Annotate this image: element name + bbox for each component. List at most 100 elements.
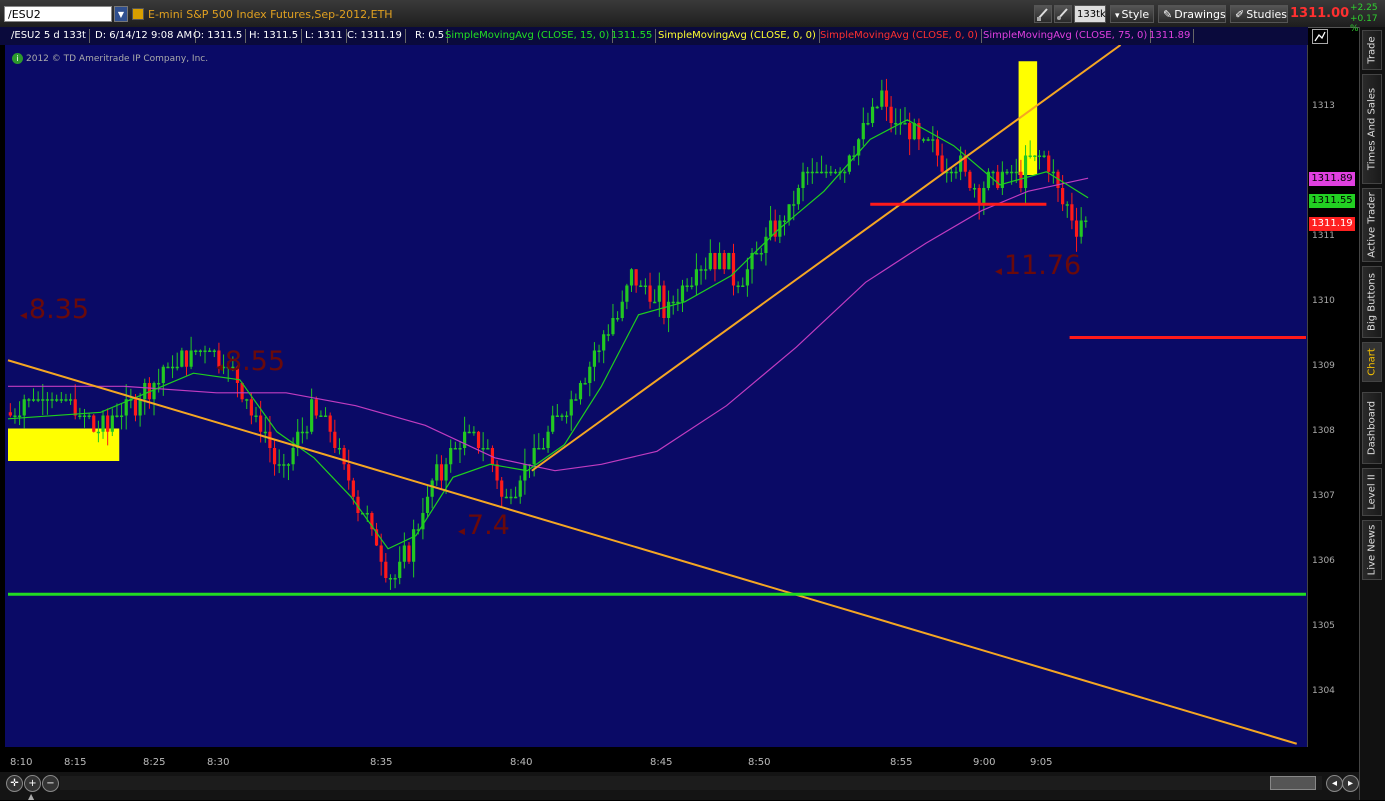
candle-body [138,399,142,416]
candle-body [435,464,439,481]
pan-icon[interactable]: ✛ [6,775,23,792]
info-icon[interactable]: i [12,53,23,64]
candle-body [829,171,833,174]
candle-body [133,399,138,416]
tab-big-buttons[interactable]: Big Buttons [1362,266,1382,338]
candle-body [908,123,912,140]
triangle-icon: ◀ [995,267,1002,277]
candle-body [643,285,648,287]
candle-body [782,220,787,222]
candle-body [685,285,689,287]
annotation-label: ◀8.55 [216,346,286,377]
candle-body [565,415,569,417]
candle-body [472,431,476,434]
candle-body [759,253,763,255]
candle-body [514,496,518,499]
candle-body [1023,155,1028,188]
candle-body [319,415,323,417]
candle-body [768,220,773,237]
zoom-out-icon[interactable]: − [42,775,59,792]
candle-body [157,383,161,385]
candle-body [463,431,467,448]
candle-body [365,513,369,515]
candle-body [796,188,800,205]
candle-body [903,123,907,125]
candle-body [648,285,652,302]
y-tick-label: 1307 [1312,490,1335,501]
candle-body [755,253,759,255]
x-tick-label: 8:55 [890,757,913,768]
candle-body [449,448,453,465]
tab-times-and-sales[interactable]: Times And Sales [1362,74,1382,184]
tab-active-trader[interactable]: Active Trader [1362,188,1382,262]
tab-dashboard[interactable]: Dashboard [1362,392,1382,464]
candle-body [792,204,796,206]
candle-body [198,350,202,352]
tab-level-ii[interactable]: Level II [1362,468,1382,516]
candle-body [272,448,277,465]
y-tick-label: 1308 [1312,425,1335,436]
copyright-text: 2012 © TD Ameritrade IP Company, Inc. [26,54,209,64]
candle-body [806,171,810,174]
candle-body [889,106,893,123]
candle-body [17,415,22,417]
candle-body [143,383,147,400]
candle-body [926,139,930,141]
candle-body [912,123,916,140]
candle-body [537,448,541,450]
scroll-right-icon[interactable]: ▸ [1342,775,1359,792]
candle-body [263,431,267,434]
candle-body [36,399,40,401]
candle-body [393,578,397,580]
candle-body [189,350,193,367]
price-axis[interactable] [1307,45,1360,747]
annotation-label: ◀11.76 [995,250,1082,281]
candle-body [959,155,963,172]
candle-body [467,431,471,434]
candle-body [92,415,96,432]
candle-body [588,366,592,383]
zoom-in-icon[interactable]: + [24,775,41,792]
candle-body [1005,171,1009,174]
time-axis[interactable] [0,747,1359,772]
candle-body [996,171,1000,188]
candle-body [982,188,986,205]
candle-body [592,350,597,367]
candle-body [194,350,198,352]
candle-body [175,366,179,369]
candle-body [532,448,536,465]
candle-body [713,253,717,270]
candle-body [1010,171,1014,174]
candle-body [398,561,402,578]
tab-chart[interactable]: Chart [1362,342,1382,382]
candle-body [625,285,629,302]
candle-body [991,171,995,174]
candle-body [569,399,573,416]
candle-body [731,253,736,286]
candle-body [518,480,522,497]
candle-body [347,464,351,481]
candle-body [949,171,953,174]
tab-live-news[interactable]: Live News [1362,520,1382,580]
scrollbar-thumb[interactable] [1270,776,1316,790]
candle-body [606,334,610,336]
sma15-line [7,119,1089,550]
tab-trade[interactable]: Trade [1362,30,1382,70]
x-tick-label: 8:30 [207,757,230,768]
annotation-label: ◀8.35 [20,294,90,325]
scroll-left-icon[interactable]: ◂ [1326,775,1343,792]
candlestick-chart [7,45,1306,745]
candle-body [602,334,606,351]
candle-body [717,253,722,270]
candle-body [764,236,768,253]
x-tick-label: 8:45 [650,757,673,768]
candle-body [291,448,295,465]
candle-body [824,171,828,174]
time-scrollbar[interactable] [60,776,1322,790]
candle-body [629,269,634,286]
candle-body [694,269,699,286]
candle-body [115,415,119,417]
candle-body [1033,155,1037,157]
candle-body [13,415,17,417]
candle-body [68,399,73,401]
